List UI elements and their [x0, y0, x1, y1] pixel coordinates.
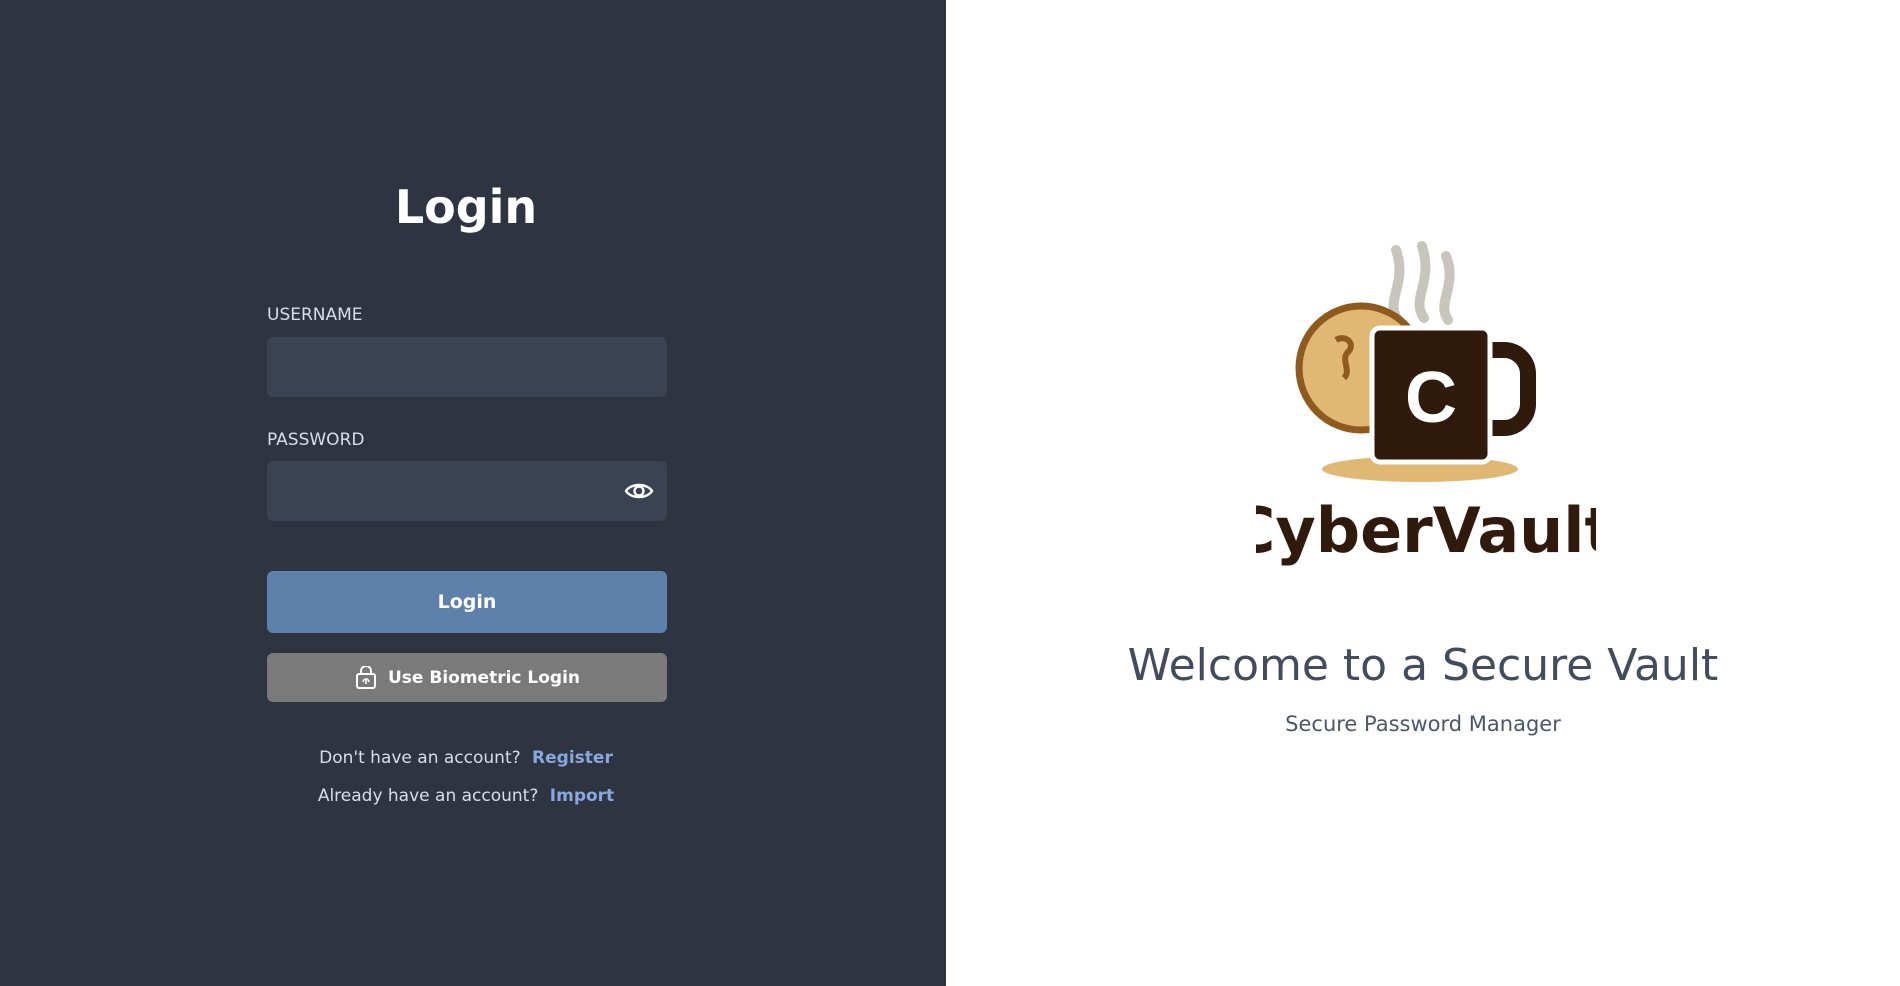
login-panel: Login USERNAME PASSWORD Login Use Biomet… [0, 0, 946, 986]
import-link[interactable]: Import [550, 786, 614, 806]
register-prompt: Don't have an account? [319, 748, 521, 768]
login-button[interactable]: Login [267, 571, 667, 633]
username-label: USERNAME [267, 305, 363, 325]
password-label: PASSWORD [267, 430, 365, 450]
biometric-button-label: Use Biometric Login [387, 667, 581, 688]
brand-name: CyberVault [1256, 494, 1596, 567]
register-link[interactable]: Register [532, 748, 613, 768]
import-prompt: Already have an account? [317, 786, 539, 806]
tagline: Secure Password Manager [1285, 712, 1561, 736]
fingerprint-lock-icon [354, 665, 378, 690]
app-root: Login USERNAME PASSWORD Login Use Biomet… [0, 0, 1900, 986]
register-row: Don't have an account? Register [0, 748, 932, 768]
brand-panel: C CyberVault Welcome to a Secure Vault S… [946, 0, 1900, 986]
password-input[interactable] [267, 461, 667, 521]
steam-icon [1388, 241, 1455, 325]
login-title: Login [394, 180, 538, 234]
username-field-wrapper [267, 337, 667, 397]
username-input[interactable] [267, 337, 667, 397]
biometric-login-button[interactable]: Use Biometric Login [267, 653, 667, 702]
cybervault-logo: C CyberVault [1256, 241, 1596, 567]
welcome-heading: Welcome to a Secure Vault [1127, 640, 1719, 691]
import-row: Already have an account? Import [0, 786, 932, 806]
eye-icon[interactable] [623, 478, 655, 504]
logo-letter: C [1405, 358, 1457, 438]
password-field-wrapper [267, 461, 667, 521]
